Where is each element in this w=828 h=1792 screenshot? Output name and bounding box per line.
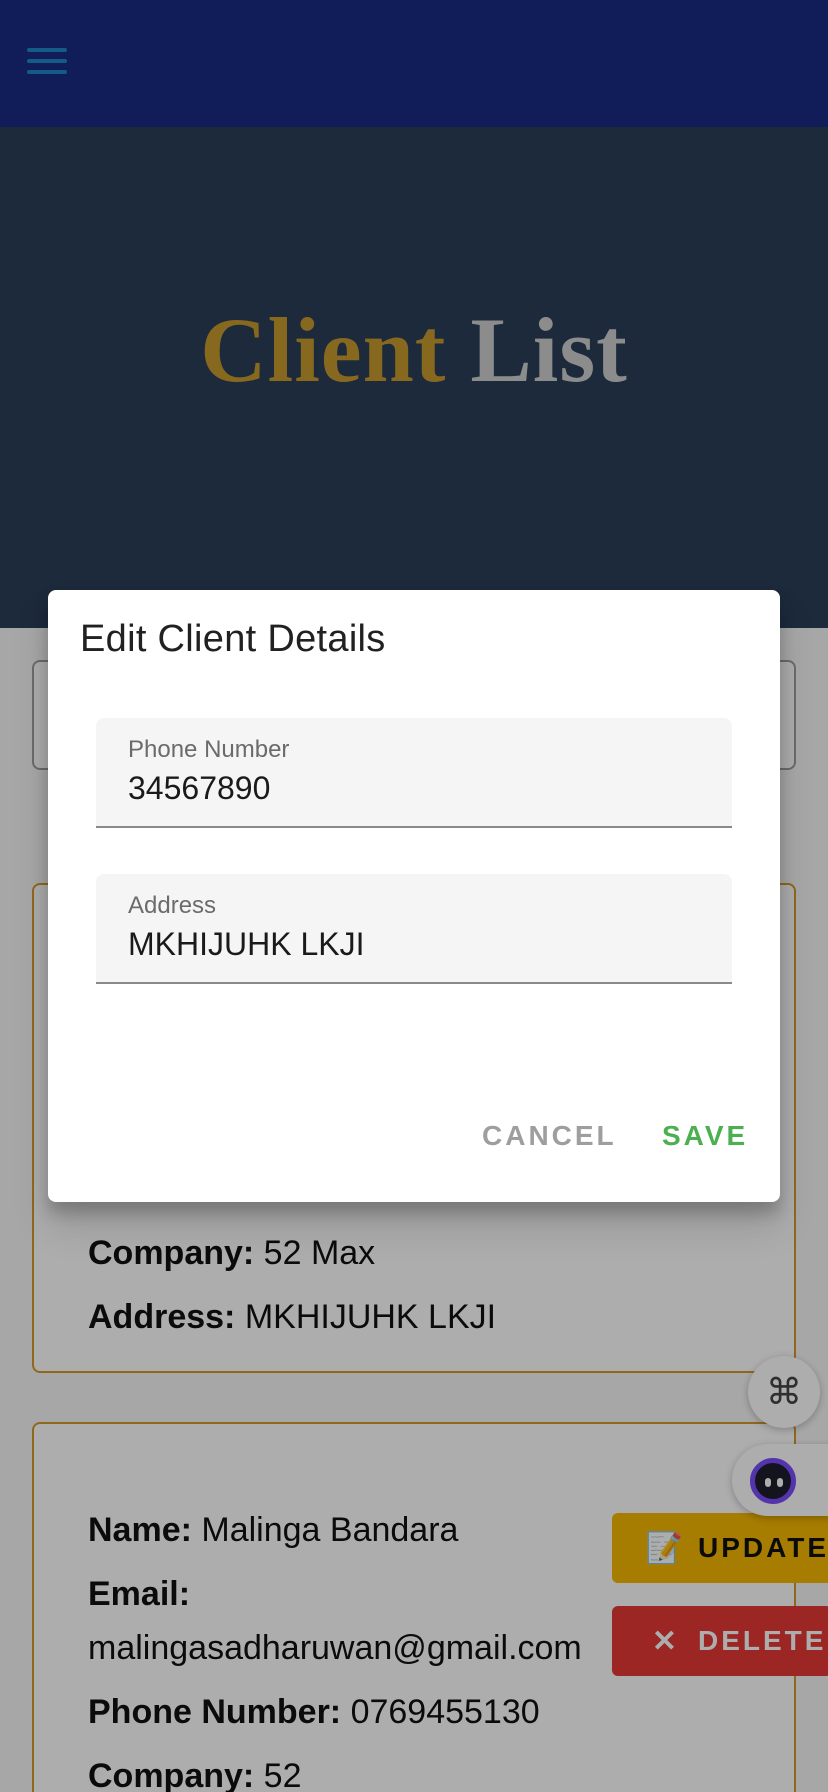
dialog-title: Edit Client Details bbox=[80, 618, 386, 660]
address-label: Address bbox=[128, 892, 217, 919]
phone-number-label: Phone Number bbox=[128, 736, 290, 763]
save-button[interactable]: SAVE bbox=[662, 1120, 748, 1152]
phone-number-field[interactable]: Phone Number bbox=[96, 718, 732, 828]
phone-number-input[interactable] bbox=[128, 770, 708, 807]
edit-client-dialog: Edit Client Details Phone Number Address… bbox=[48, 590, 780, 1202]
cancel-button[interactable]: CANCEL bbox=[482, 1120, 617, 1152]
address-field[interactable]: Address bbox=[96, 874, 732, 984]
address-input[interactable] bbox=[128, 926, 708, 963]
